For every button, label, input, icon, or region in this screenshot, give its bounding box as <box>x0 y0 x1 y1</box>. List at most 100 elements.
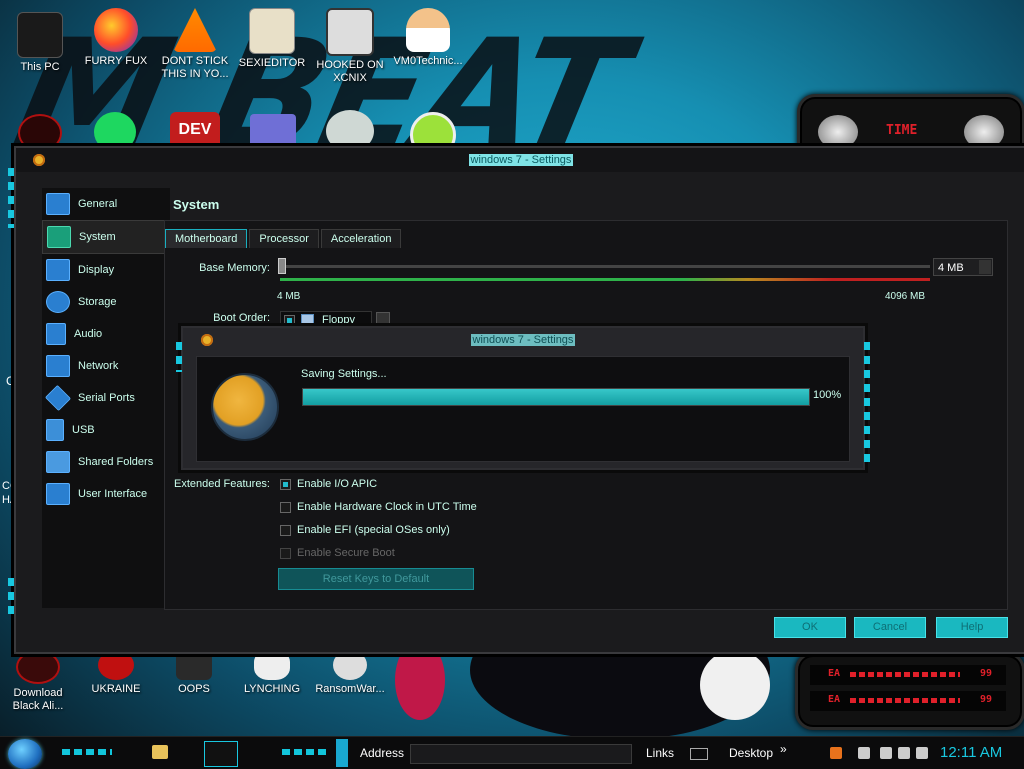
toolbar-chevron-icon[interactable]: » <box>780 742 787 756</box>
taskbar-decoration <box>282 749 328 755</box>
base-memory-spinbox[interactable]: 4 MB <box>933 258 993 276</box>
sidebar-item-usb[interactable]: USB <box>42 414 170 446</box>
address-label: Address <box>360 746 405 760</box>
floppy-icon <box>301 313 314 327</box>
hud-time-label: TIME <box>886 123 918 138</box>
desktop-icon-vm0[interactable]: VM0Technic... <box>390 8 466 68</box>
frame-decoration <box>176 342 182 372</box>
usb-icon <box>46 419 64 441</box>
efi-checkbox[interactable] <box>280 524 291 536</box>
base-memory-label: Base Memory: <box>199 262 270 274</box>
sidebar-item-system[interactable]: System <box>42 220 170 254</box>
sidebar-item-network[interactable]: Network <box>42 350 170 382</box>
desktop-icon-xcnix[interactable]: HOOKED ON XCNIX <box>312 8 388 85</box>
section-title: System <box>173 197 220 212</box>
hud-meter-tag: EA <box>828 668 841 679</box>
io-apic-checkbox[interactable] <box>280 478 291 490</box>
sidebar-item-user-interface[interactable]: User Interface <box>42 478 170 510</box>
desktop-icon-download-black-alien[interactable]: Download Black Ali... <box>0 650 76 713</box>
notification-icon[interactable] <box>916 747 928 759</box>
folder-icon <box>46 451 70 473</box>
sidebar-item-audio[interactable]: Audio <box>42 318 170 350</box>
network-icon[interactable] <box>880 747 892 759</box>
window-ui-icon <box>46 483 70 505</box>
tab-bar: Motherboard Processor Acceleration <box>165 229 403 248</box>
feature-efi[interactable]: Enable EFI (special OSes only) <box>277 524 450 536</box>
start-orb-icon[interactable] <box>8 739 42 769</box>
dialog-titlebar[interactable]: windows 7 - Settings <box>183 328 863 352</box>
extended-features-label: Extended Features: <box>173 478 270 490</box>
sidebar-item-serial-ports[interactable]: Serial Ports <box>42 382 170 414</box>
flag-icon[interactable] <box>858 747 870 759</box>
frame-decoration <box>8 578 14 618</box>
hex-editor-icon <box>249 8 295 54</box>
base-memory-slider-thumb[interactable] <box>278 258 286 274</box>
reset-keys-button[interactable]: Reset Keys to Default <box>278 568 474 590</box>
taskbar: Address Links Desktop » 12:11 AM <box>0 736 1024 769</box>
sidebar-item-display[interactable]: Display <box>42 254 170 286</box>
desktop-toolbar-label[interactable]: Desktop <box>729 746 773 760</box>
memory-min-label: 4 MB <box>277 291 301 302</box>
spinbox-arrows-icon[interactable] <box>979 260 991 274</box>
virtualbox-taskbar-icon[interactable] <box>204 741 238 767</box>
settings-sidebar: General System Display Storage Audio Net… <box>42 188 170 608</box>
ok-button[interactable]: OK <box>774 617 846 638</box>
hud-meter-value: 99 <box>980 694 993 705</box>
disc-icon <box>46 291 70 313</box>
skull-icon <box>333 650 367 680</box>
sidebar-item-shared-folders[interactable]: Shared Folders <box>42 446 170 478</box>
help-button[interactable]: Help <box>936 617 1008 638</box>
dialog-title: windows 7 - Settings <box>470 334 576 346</box>
volume-icon[interactable] <box>898 747 910 759</box>
alien-head-icon <box>818 115 858 149</box>
monitor-icon <box>46 193 70 215</box>
alien-badge-icon <box>16 650 60 684</box>
tab-motherboard[interactable]: Motherboard <box>165 229 248 248</box>
chip-icon <box>47 226 71 248</box>
feature-io-apic[interactable]: Enable I/O APIC <box>277 478 377 490</box>
network-icon <box>46 355 70 377</box>
tray-app-icon[interactable] <box>830 747 842 759</box>
boot-order-label: Boot Order: <box>213 312 270 324</box>
firefox-icon <box>94 8 138 52</box>
address-bar-input[interactable] <box>410 744 632 764</box>
desktop-icon-ransomware[interactable]: RansomWar... <box>312 650 388 696</box>
desktop-icon-oops[interactable]: OOPS <box>156 650 232 696</box>
base-memory-slider[interactable] <box>280 265 930 268</box>
explorer-folder-icon[interactable] <box>152 745 168 759</box>
utc-clock-checkbox[interactable] <box>280 501 291 513</box>
progress-fill <box>303 389 809 405</box>
desktop-icon-lynching[interactable]: LYNCHING <box>234 650 310 696</box>
window-title: windows 7 - Settings <box>468 154 574 166</box>
links-label[interactable]: Links <box>646 746 674 760</box>
tab-processor[interactable]: Processor <box>249 229 319 248</box>
saving-message: Saving Settings... <box>301 368 387 380</box>
feature-secure-boot: Enable Secure Boot <box>277 547 395 559</box>
keyboard-icon[interactable] <box>690 748 708 760</box>
robed-figure-icon <box>254 650 290 680</box>
desktop-icon-vlc[interactable]: DONT STICK THIS IN YO... <box>157 8 233 81</box>
display-icon <box>46 259 70 281</box>
secure-boot-checkbox <box>280 547 291 559</box>
hud-meter-row: EA 99 <box>810 691 1006 711</box>
maze-icon <box>326 8 374 56</box>
desktop-icon-hxd[interactable]: SEXIEDITOR <box>234 8 310 70</box>
window-titlebar[interactable]: windows 7 - Settings <box>16 148 1024 172</box>
feature-hardware-clock-utc[interactable]: Enable Hardware Clock in UTC Time <box>277 501 477 513</box>
desktop-icon-firefox[interactable]: FURRY FUX <box>78 8 154 68</box>
tab-acceleration[interactable]: Acceleration <box>320 229 402 248</box>
gear-cog-icon <box>211 373 279 441</box>
desktop-icon-ukraine[interactable]: UKRAINE <box>78 650 154 696</box>
sidebar-item-general[interactable]: General <box>42 188 170 220</box>
desktop-icon-this-pc[interactable]: This PC <box>2 12 78 74</box>
speaker-icon <box>46 323 66 345</box>
app-icon <box>176 650 212 680</box>
cancel-button[interactable]: Cancel <box>854 617 926 638</box>
alien-hud-meter: EA 99 EA 99 <box>795 652 1024 730</box>
taskbar-clock[interactable]: 12:11 AM <box>940 744 1002 761</box>
taskbar-separator <box>336 739 348 767</box>
sidebar-item-storage[interactable]: Storage <box>42 286 170 318</box>
boot-floppy-checkbox[interactable] <box>284 314 295 326</box>
dialog-content: Saving Settings... 100% <box>196 356 850 462</box>
progress-percent: 100% <box>813 389 842 401</box>
